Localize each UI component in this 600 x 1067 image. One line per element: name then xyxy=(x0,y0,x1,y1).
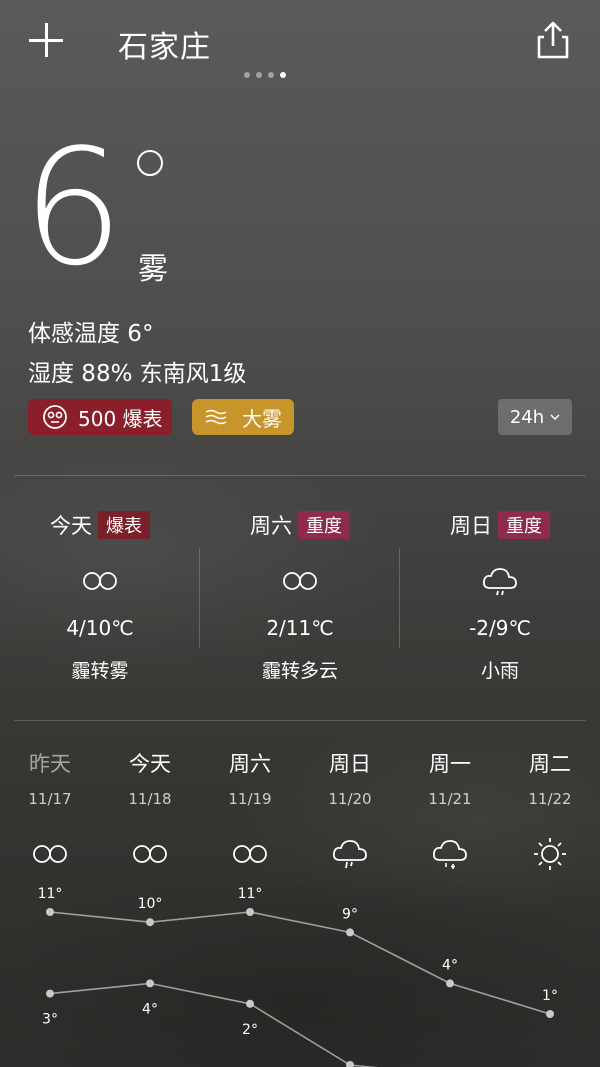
forecast-day[interactable]: 周二 11/22 xyxy=(500,748,600,872)
day-temp: -2/9℃ xyxy=(469,616,531,640)
forecast-date: 11/17 xyxy=(28,790,72,808)
fog-alert-badge[interactable]: 大雾 xyxy=(192,399,294,435)
forecast-day-name: 周二 xyxy=(529,752,571,776)
degree-icon xyxy=(137,150,163,176)
high-temp-point xyxy=(146,918,154,927)
page-dot xyxy=(268,72,274,78)
forecast-day[interactable]: 周六 11/19 xyxy=(200,748,300,872)
forecast-date: 11/22 xyxy=(528,790,572,808)
forecast-day-name: 今天 xyxy=(129,752,171,776)
page-dot xyxy=(244,72,250,78)
high-temp-label: 11° xyxy=(38,886,63,902)
alert-label: 大雾 xyxy=(242,406,282,431)
forecast-day-name: 周六 xyxy=(229,752,271,776)
forecast-day[interactable]: 今天 11/18 xyxy=(100,748,200,872)
range-label: 24h xyxy=(509,406,545,428)
low-temp-point xyxy=(146,979,154,988)
day-desc: 霾转雾 xyxy=(71,660,129,682)
temperature-chart: 11° 10° 11° 9° 4° 1° 3° 4° 2° xyxy=(38,886,558,1067)
mask-icon xyxy=(43,405,67,429)
forecast-day-name: 昨天 xyxy=(29,752,71,776)
low-temp-point xyxy=(246,999,254,1008)
quality-tag: 重度 xyxy=(298,511,350,539)
city-name: 石家庄 xyxy=(118,30,211,65)
humidity-wind: 湿度 88% 东南风1级 xyxy=(28,361,247,387)
aqi-badge[interactable]: 500 爆表 xyxy=(28,399,172,435)
current-temperature: 6 xyxy=(22,114,124,301)
high-temp-label: 10° xyxy=(138,896,163,912)
high-temp-point xyxy=(46,908,54,916)
forecast-date: 11/18 xyxy=(128,790,172,808)
low-temp-label: 4° xyxy=(142,1001,158,1017)
forecast-day-name: 周日 xyxy=(329,752,371,776)
sun-icon xyxy=(500,836,600,872)
quality-tag: 爆表 xyxy=(98,511,150,539)
high-temp-label: 4° xyxy=(442,957,458,973)
day-summary-sun[interactable]: 周日 重度 -2/9℃ 小雨 xyxy=(400,510,600,683)
range-selector[interactable]: 24h xyxy=(498,399,572,435)
forecast-day[interactable]: 周日 11/20 xyxy=(300,748,400,872)
day-temp: 2/11℃ xyxy=(266,616,334,640)
page-dot-active xyxy=(280,72,286,78)
forecast-date: 11/20 xyxy=(328,790,372,808)
high-temp-point xyxy=(346,928,354,937)
day-temp: 4/10℃ xyxy=(66,616,134,640)
low-temp-point xyxy=(346,1061,354,1067)
rain-cloud-icon xyxy=(400,564,600,598)
current-condition: 雾 xyxy=(138,252,168,287)
day-name: 周日 xyxy=(450,514,492,538)
forecast-date: 11/19 xyxy=(228,790,272,808)
low-temp-label: 2° xyxy=(242,1022,258,1038)
fog-wave-icon xyxy=(205,409,227,425)
divider xyxy=(14,720,586,721)
chevron-down-icon xyxy=(550,414,560,420)
add-city-button[interactable] xyxy=(26,20,66,60)
page-dot xyxy=(256,72,262,78)
high-temp-point xyxy=(446,979,454,988)
rain-cloud-icon xyxy=(300,836,400,872)
day-summary-today[interactable]: 今天 爆表 4/10℃ 霾转雾 xyxy=(0,510,200,683)
low-temp-point xyxy=(46,989,54,998)
high-temp-point xyxy=(246,908,254,916)
haze-icon xyxy=(0,564,200,598)
feels-like: 体感温度 6° xyxy=(28,321,154,347)
day-desc: 小雨 xyxy=(480,660,519,682)
forecast-day[interactable]: 周一 11/21 xyxy=(400,748,500,872)
day-name: 今天 xyxy=(50,514,92,538)
share-icon[interactable] xyxy=(536,20,570,60)
high-temp-point xyxy=(546,1010,554,1018)
high-temp-label: 1° xyxy=(542,988,558,1004)
forecast-date: 11/21 xyxy=(428,790,472,808)
high-temp-label: 11° xyxy=(238,886,263,902)
day-desc: 霾转多云 xyxy=(261,660,338,682)
forecast-day[interactable]: 昨天 11/17 xyxy=(0,748,100,872)
haze-icon xyxy=(200,836,300,872)
haze-icon xyxy=(0,836,100,872)
low-temp-label: 3° xyxy=(42,1012,58,1028)
aqi-label: 500 爆表 xyxy=(78,406,163,431)
day-summary-sat[interactable]: 周六 重度 2/11℃ 霾转多云 xyxy=(200,510,400,683)
quality-tag: 重度 xyxy=(498,511,550,539)
high-temp-line xyxy=(49,911,551,1015)
forecast-day-name: 周一 xyxy=(429,752,471,776)
haze-icon xyxy=(100,836,200,872)
low-temp-line xyxy=(49,982,378,1067)
snow-cloud-icon xyxy=(400,836,500,872)
high-temp-label: 9° xyxy=(342,906,358,922)
day-name: 周六 xyxy=(250,514,292,538)
haze-icon xyxy=(200,564,400,598)
divider xyxy=(14,475,586,476)
page-indicator xyxy=(244,72,286,78)
